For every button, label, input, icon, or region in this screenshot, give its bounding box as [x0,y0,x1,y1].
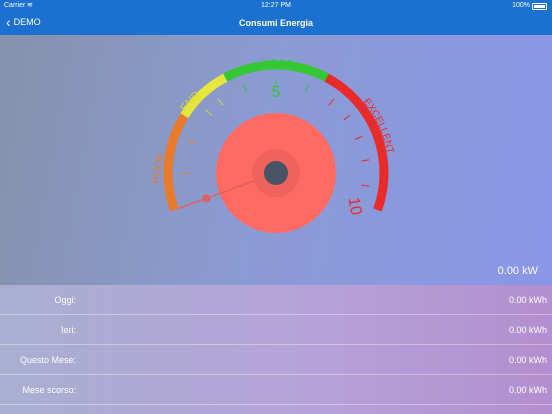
scale-label-max: 10 [345,196,365,217]
consumption-stats: Oggi: 0.00 kWh Ieri: 0.00 kWh Questo Mes… [0,285,552,414]
gauge-panel: POOR FAIR GOOD EXCELLENT 5 10 0.00 kW [0,35,552,285]
gauge-tick [343,114,351,121]
gauge-tick [361,159,370,162]
scale-label-mid: 5 [272,84,281,101]
gauge-tick [304,84,309,93]
stat-value: 0.00 kWh [508,295,547,305]
status-time: 12:27 PM [261,2,291,9]
stat-label: Oggi: [54,295,76,305]
band-label-good: GOOD [262,58,294,70]
page-title: Consumi Energia [238,18,313,28]
gauge-tick [217,98,224,106]
gauge-tick [328,98,335,106]
stat-row-mese-scorso: Mese scorso: 0.00 kWh [0,375,552,405]
stat-label: Questo Mese: [19,355,76,365]
band-poor [163,113,189,212]
gauge-hub [264,161,288,185]
energy-gauge: POOR FAIR GOOD EXCELLENT 5 10 [152,58,395,233]
gauge-tick [243,84,248,93]
status-bar: Carrier ≋ 12:27 PM 100% [0,0,552,12]
battery-percent: 100% [512,2,530,9]
gauge-needle-dot [202,194,211,203]
stat-row-questo-mese: Questo Mese: 0.00 kWh [0,345,552,375]
battery-icon [532,3,547,10]
stat-label: Ieri: [60,325,76,335]
gauge-tick [187,140,196,145]
stat-row-ieri: Ieri: 0.00 kWh [0,315,552,345]
stat-value: 0.00 kWh [508,325,547,335]
gauge-tick [205,109,213,116]
gauge-tick [361,184,370,187]
stat-value: 0.00 kWh [508,355,547,365]
navigation-bar: ‹ DEMO Consumi Energia [0,12,552,35]
band-excellent [324,73,389,212]
stat-row-oggi: Oggi: 0.00 kWh [0,285,552,315]
gauge-tick [354,135,363,140]
stat-value: 0.00 kWh [508,385,547,395]
stat-label: Mese scorso: [22,385,76,395]
current-power: 0.00 kW [497,265,538,277]
